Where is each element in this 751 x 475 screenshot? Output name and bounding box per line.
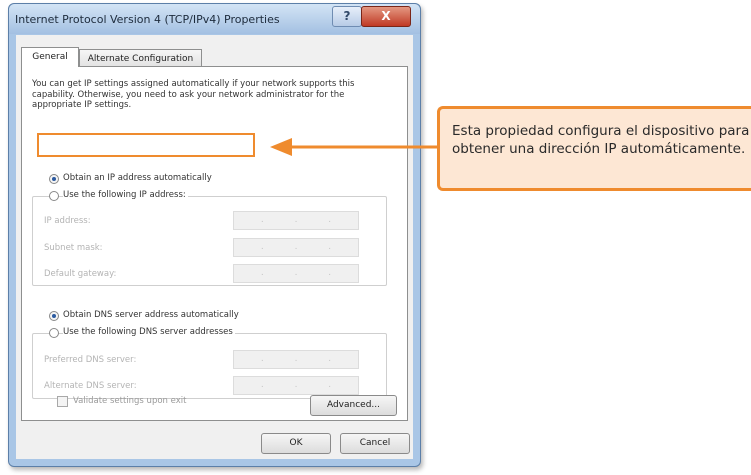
callout-arrow-icon: [270, 138, 437, 156]
annotation-callout: Esta propiedad configura el dispositivo …: [437, 106, 751, 191]
tab-general[interactable]: General: [21, 47, 79, 67]
callout-text: Esta propiedad configura el dispositivo …: [452, 123, 750, 157]
